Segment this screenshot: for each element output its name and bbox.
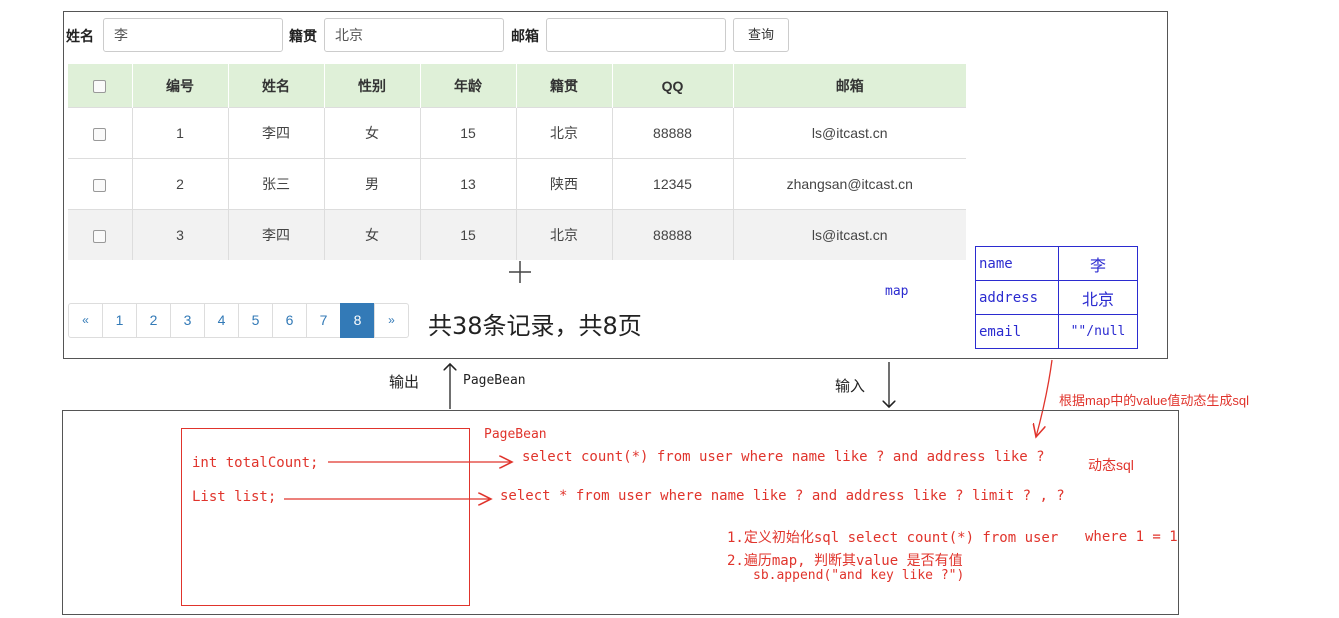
- output-type-label: PageBean: [463, 373, 526, 388]
- input-label: 输入: [835, 378, 866, 395]
- step-1-tail: where 1 = 1: [1085, 529, 1178, 545]
- pagebean-title: PageBean: [484, 427, 547, 442]
- dynamic-sql-label: 动态sql: [1088, 457, 1134, 473]
- step-2-note: 2.遍历map, 判断其value 是否有值: [727, 553, 963, 569]
- count-sql: select count(*) from user where name lik…: [522, 449, 1045, 465]
- output-label: 输出: [389, 374, 420, 391]
- step-2-code: sb.append("and key like ?"): [753, 568, 965, 583]
- list-sql: select * from user where name like ? and…: [500, 488, 1065, 504]
- dynamic-sql-caption: 根据map中的value值动态生成sql: [1059, 393, 1249, 408]
- field-totalcount: int totalCount;: [192, 455, 319, 471]
- step-1-note: 1.定义初始化sql select count(*) from user: [727, 530, 1059, 546]
- field-list: List list;: [192, 489, 277, 505]
